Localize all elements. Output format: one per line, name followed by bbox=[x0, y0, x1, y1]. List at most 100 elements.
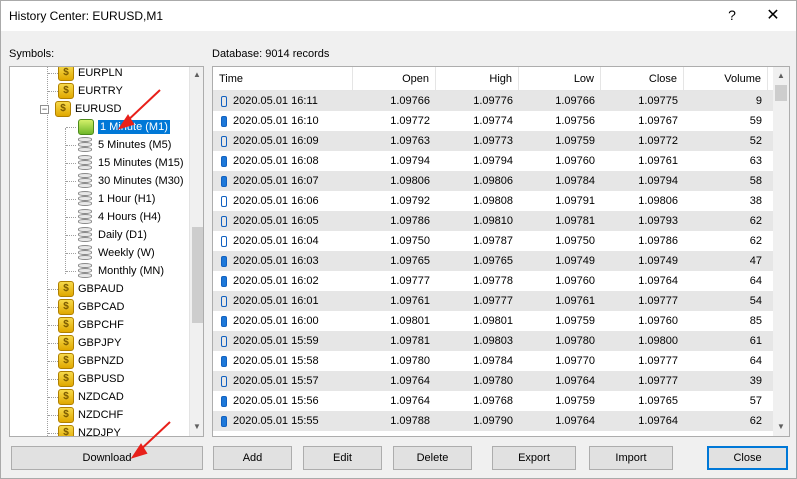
column-header-high[interactable]: High bbox=[436, 67, 519, 91]
close-window-icon[interactable]: ✕ bbox=[761, 5, 785, 27]
table-cell-high: 1.09801 bbox=[473, 315, 513, 327]
table-cell-volume: 58 bbox=[749, 175, 762, 187]
collapse-icon[interactable]: − bbox=[40, 104, 49, 114]
table-row[interactable]: 2020.05.01 15:58 1.09780 1.09784 1.09770 1.0… bbox=[213, 351, 773, 371]
table-cell-time: 2020.05.01 16:03 bbox=[213, 251, 353, 271]
table-row[interactable]: 2020.05.01 16:00 1.09801 1.09801 1.09759 1.0… bbox=[213, 311, 773, 331]
table-cell-close: 1.09777 bbox=[638, 295, 678, 307]
column-header-low[interactable]: Low bbox=[519, 67, 601, 91]
table-row[interactable]: 2020.05.01 16:11 1.09766 1.09776 1.09766 1.0… bbox=[213, 91, 773, 111]
tree-item-eurusd[interactable]: − $ EURUSD bbox=[40, 100, 121, 118]
table-row[interactable]: 2020.05.01 15:55 1.09788 1.09790 1.09764 1.0… bbox=[213, 411, 773, 431]
table-cell-time: 2020.05.01 16:06 bbox=[213, 191, 353, 211]
symbols-tree[interactable]: ▲ ▼ $ EURPLN $ EURTRY − $ EURUSD 1 Minute (M1) 5… bbox=[9, 66, 204, 437]
tree-item-gbpchf[interactable]: $ GBPCHF bbox=[58, 316, 124, 334]
column-header-time[interactable]: Time bbox=[213, 67, 353, 91]
tree-item-nzdjpy[interactable]: $ NZDJPY bbox=[58, 424, 121, 436]
table-cell-volume: 62 bbox=[749, 215, 762, 227]
table-row[interactable]: 2020.05.01 16:06 1.09792 1.09808 1.09791 1.0… bbox=[213, 191, 773, 211]
table-row[interactable]: 2020.05.01 15:56 1.09764 1.09768 1.09759 1.0… bbox=[213, 391, 773, 411]
table-cell-high: 1.09768 bbox=[473, 395, 513, 407]
table-cell-open: 1.09794 bbox=[390, 155, 430, 167]
tree-connector-line bbox=[66, 253, 76, 254]
tree-item-gbpcad[interactable]: $ GBPCAD bbox=[58, 298, 124, 316]
scroll-up-arrow-icon[interactable]: ▲ bbox=[777, 71, 785, 80]
currency-symbol-icon: $ bbox=[58, 317, 74, 333]
tree-item-nzdchf[interactable]: $ NZDCHF bbox=[58, 406, 123, 424]
row-time: 2020.05.01 16:05 bbox=[233, 215, 319, 227]
candle-icon bbox=[221, 155, 227, 167]
export-button[interactable]: Export bbox=[492, 446, 576, 470]
scroll-up-arrow-icon[interactable]: ▲ bbox=[193, 70, 201, 79]
table-header: Time Open High Low Close Volume bbox=[213, 67, 773, 91]
tree-item-gbpusd[interactable]: $ GBPUSD bbox=[58, 370, 124, 388]
table-cell-open: 1.09788 bbox=[390, 415, 430, 427]
table-row[interactable]: 2020.05.01 16:08 1.09794 1.09794 1.09760 1.0… bbox=[213, 151, 773, 171]
table-cell-low: 1.09764 bbox=[555, 375, 595, 387]
table-row[interactable]: 2020.05.01 15:57 1.09764 1.09780 1.09764 1.0… bbox=[213, 371, 773, 391]
table-cell-low: 1.09759 bbox=[555, 395, 595, 407]
table-cell-time: 2020.05.01 15:55 bbox=[213, 411, 353, 431]
tree-item-label: GBPCAD bbox=[78, 301, 125, 313]
scroll-down-arrow-icon[interactable]: ▼ bbox=[193, 422, 201, 431]
timeframe-item[interactable]: Daily (D1) bbox=[78, 226, 147, 244]
table-cell-low: 1.09759 bbox=[555, 315, 595, 327]
table-cell-close: 1.09772 bbox=[638, 135, 678, 147]
table-cell-low: 1.09759 bbox=[555, 135, 595, 147]
delete-button[interactable]: Delete bbox=[393, 446, 472, 470]
timeframe-item[interactable]: Monthly (MN) bbox=[78, 262, 164, 280]
timeframe-item[interactable]: 1 Minute (M1) bbox=[78, 118, 170, 136]
history-table[interactable]: Time Open High Low Close Volume ▲ ▼ 2020.05.0… bbox=[212, 66, 790, 437]
table-cell-low: 1.09781 bbox=[555, 215, 595, 227]
tree-item-gbpnzd[interactable]: $ GBPNZD bbox=[58, 352, 124, 370]
timeframe-item[interactable]: 1 Hour (H1) bbox=[78, 190, 155, 208]
timeframe-item[interactable]: 15 Minutes (M15) bbox=[78, 154, 184, 172]
timeframe-item[interactable]: 5 Minutes (M5) bbox=[78, 136, 171, 154]
table-cell-high: 1.09790 bbox=[473, 415, 513, 427]
timeframe-item[interactable]: Weekly (W) bbox=[78, 244, 155, 262]
download-button[interactable]: Download bbox=[11, 446, 203, 470]
scroll-down-arrow-icon[interactable]: ▼ bbox=[777, 422, 785, 431]
table-row[interactable]: 2020.05.01 16:05 1.09786 1.09810 1.09781 1.0… bbox=[213, 211, 773, 231]
table-row[interactable]: 2020.05.01 16:01 1.09761 1.09777 1.09761 1.0… bbox=[213, 291, 773, 311]
help-button[interactable]: ? bbox=[723, 7, 741, 25]
table-row[interactable]: 2020.05.01 16:10 1.09772 1.09774 1.09756 1.0… bbox=[213, 111, 773, 131]
table-cell-volume: 39 bbox=[749, 375, 762, 387]
table-cell-low: 1.09766 bbox=[555, 95, 595, 107]
close-button[interactable]: Close bbox=[707, 446, 788, 470]
column-header-volume[interactable]: Volume bbox=[684, 67, 768, 91]
table-row[interactable]: 2020.05.01 16:02 1.09777 1.09778 1.09760 1.0… bbox=[213, 271, 773, 291]
table-scrollbar[interactable]: ▲ ▼ bbox=[773, 67, 789, 436]
column-header-close[interactable]: Close bbox=[601, 67, 684, 91]
import-button[interactable]: Import bbox=[589, 446, 673, 470]
timeframe-item[interactable]: 4 Hours (H4) bbox=[78, 208, 161, 226]
add-button[interactable]: Add bbox=[213, 446, 292, 470]
table-cell-high: 1.09780 bbox=[473, 375, 513, 387]
table-scroll-thumb[interactable] bbox=[775, 85, 787, 101]
tree-scrollbar[interactable]: ▲ ▼ bbox=[189, 67, 203, 436]
tree-item-nzdcad[interactable]: $ NZDCAD bbox=[58, 388, 124, 406]
table-row[interactable]: 2020.05.01 16:09 1.09763 1.09773 1.09759 1.0… bbox=[213, 131, 773, 151]
tree-item-eurtry[interactable]: $ EURTRY bbox=[58, 82, 123, 100]
tree-connector-line bbox=[66, 235, 76, 236]
edit-button[interactable]: Edit bbox=[303, 446, 382, 470]
timeframe-label: 5 Minutes (M5) bbox=[98, 139, 172, 151]
tree-item-gbpjpy[interactable]: $ GBPJPY bbox=[58, 334, 121, 352]
table-cell-volume: 61 bbox=[749, 335, 762, 347]
tree-scroll-thumb[interactable] bbox=[192, 227, 203, 323]
table-cell-open: 1.09750 bbox=[390, 235, 430, 247]
table-row[interactable]: 2020.05.01 16:07 1.09806 1.09806 1.09784 1.0… bbox=[213, 171, 773, 191]
table-cell-volume: 47 bbox=[749, 255, 762, 267]
tree-item-gbpaud[interactable]: $ GBPAUD bbox=[58, 280, 124, 298]
tree-connector-line bbox=[48, 91, 58, 92]
tree-item-eurpln[interactable]: $ EURPLN bbox=[58, 67, 123, 82]
table-row[interactable]: 2020.05.01 16:04 1.09750 1.09787 1.09750 1.0… bbox=[213, 231, 773, 251]
table-row[interactable]: 2020.05.01 15:59 1.09781 1.09803 1.09780 1.0… bbox=[213, 331, 773, 351]
table-row[interactable]: 2020.05.01 16:03 1.09765 1.09765 1.09749 1.0… bbox=[213, 251, 773, 271]
timeframe-item[interactable]: 30 Minutes (M30) bbox=[78, 172, 184, 190]
database-icon bbox=[78, 245, 92, 261]
database-icon bbox=[78, 173, 92, 189]
row-time: 2020.05.01 16:11 bbox=[233, 95, 318, 107]
column-header-open[interactable]: Open bbox=[353, 67, 436, 91]
table-cell-low: 1.09791 bbox=[555, 195, 595, 207]
